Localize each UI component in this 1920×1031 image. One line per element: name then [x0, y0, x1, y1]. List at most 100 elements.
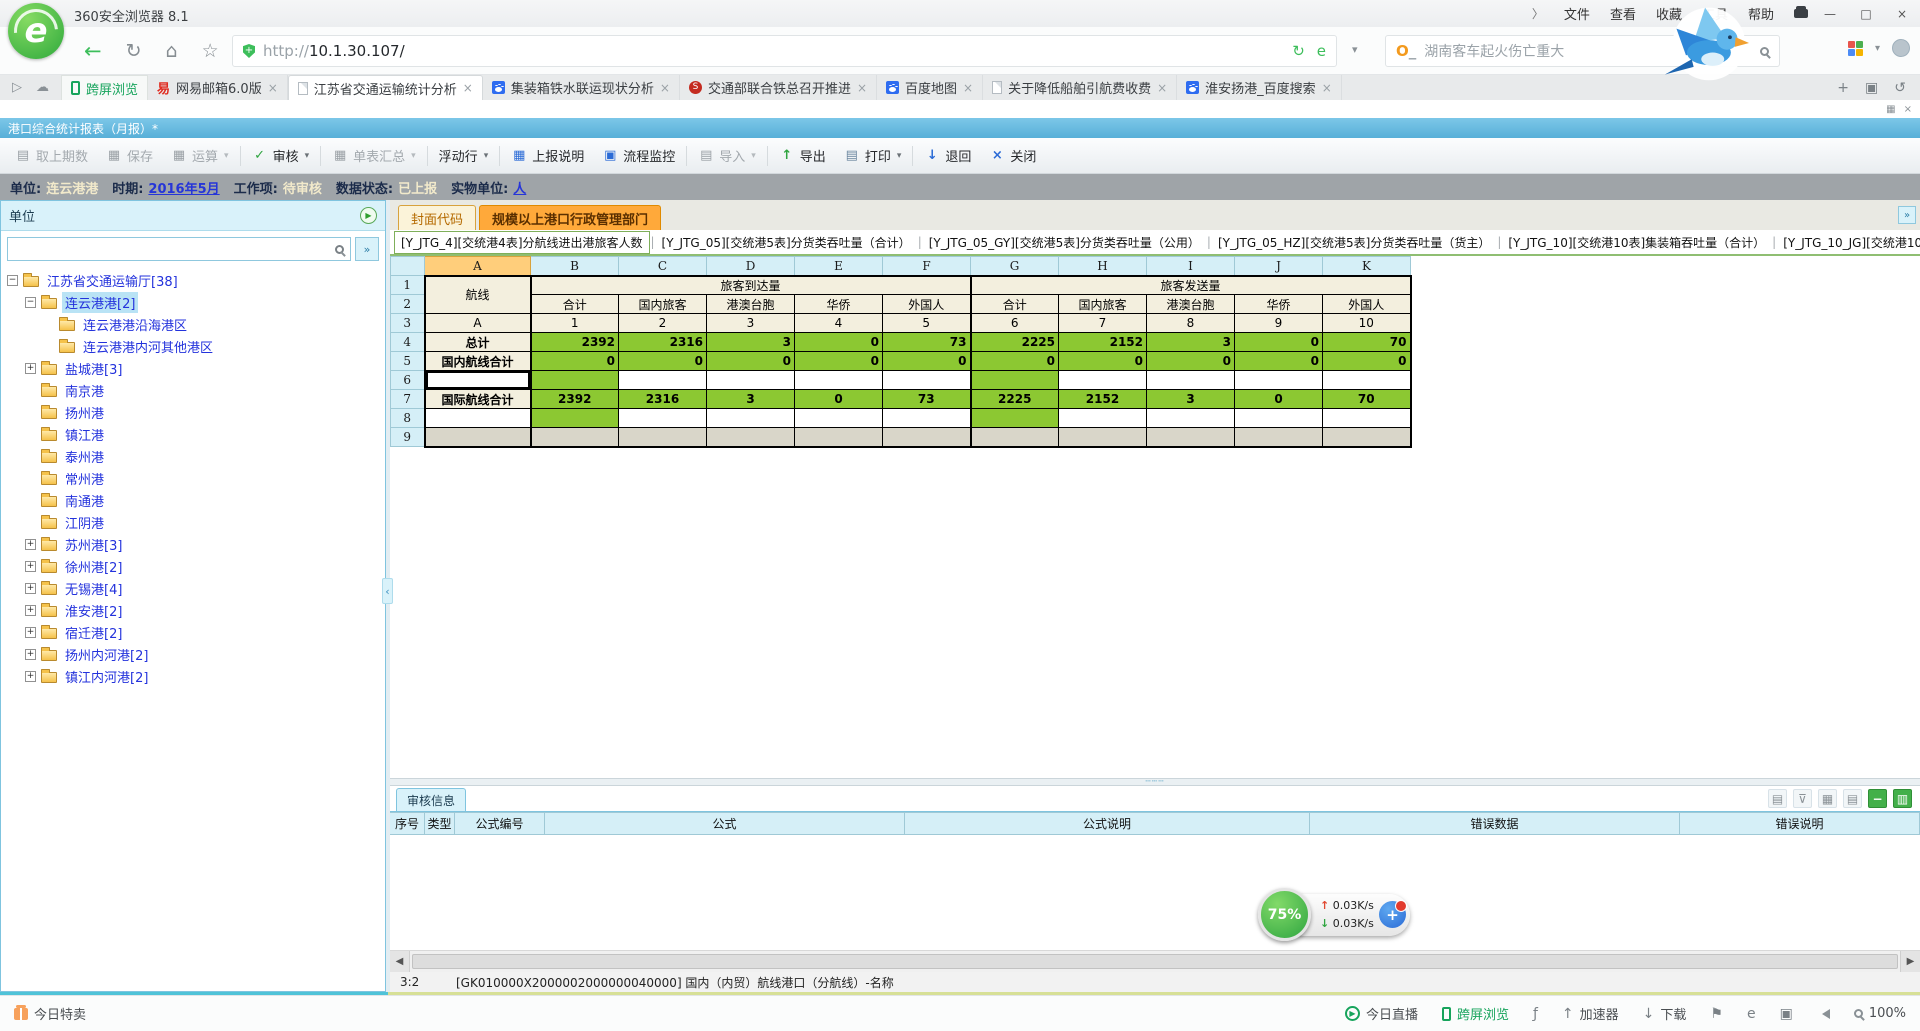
data-cell[interactable]: 0	[971, 352, 1059, 371]
disabled-cell[interactable]	[531, 428, 619, 447]
empty-cell[interactable]	[1059, 371, 1147, 390]
empty-cell[interactable]	[531, 371, 619, 390]
sidebar-expand-icon[interactable]: ▷	[12, 80, 22, 95]
row-label-cell[interactable]: 总计	[425, 333, 531, 352]
speaker-icon[interactable]	[1817, 1009, 1830, 1019]
close-tab-icon[interactable]: ×	[963, 81, 973, 95]
tree-item-label[interactable]: 江苏省交通运输厅[38]	[44, 270, 181, 291]
ie-compat-icon[interactable]: e	[1747, 1006, 1756, 1022]
horizontal-scrollbar[interactable]: ◀ ▶	[390, 950, 1920, 972]
sub-header-cell[interactable]: 外国人	[883, 295, 971, 314]
panel-refresh-icon[interactable]: ▶	[360, 207, 377, 224]
row-header-5[interactable]: 5	[391, 352, 425, 371]
data-cell[interactable]: 2392	[531, 333, 619, 352]
tree-item[interactable]: −泰州港	[7, 445, 383, 467]
toolbar-button-7[interactable]: ▦上报说明	[502, 142, 593, 170]
tree-item-label[interactable]: 宿迁港[2]	[62, 622, 125, 643]
tree-item[interactable]: −连云港港内河其他港区	[7, 335, 383, 357]
empty-cell[interactable]	[425, 409, 531, 428]
empty-cell[interactable]	[1059, 409, 1147, 428]
expand-icon[interactable]: +	[25, 649, 36, 660]
data-cell[interactable]: 3	[1147, 390, 1235, 409]
column-header-J[interactable]: J	[1235, 257, 1323, 276]
axis-header-cell[interactable]: 航线	[425, 276, 531, 314]
tree-item[interactable]: −常州港	[7, 467, 383, 489]
grid-corner[interactable]	[391, 257, 425, 276]
search-box[interactable]: O_ 湖南客车起火伤亡重大	[1385, 35, 1780, 67]
report-tab-2[interactable]: [Y_JTG_05][交统港5表]分货类吞吐量（合计）	[656, 232, 917, 253]
horizontal-splitter[interactable]: ┄┄┄	[390, 778, 1920, 786]
arrivals-group-header[interactable]: 旅客到达量	[531, 276, 971, 295]
empty-cell[interactable]	[707, 371, 795, 390]
reopen-closed-tab-icon[interactable]: ↺	[1894, 80, 1906, 96]
menu-item-1[interactable]: 查看	[1610, 4, 1636, 23]
download-button[interactable]: ↓下载	[1643, 1004, 1687, 1023]
row-header-6[interactable]: 6	[391, 371, 425, 390]
mdi-gadget-icon[interactable]: ▦	[1886, 104, 1895, 115]
empty-cell[interactable]	[531, 409, 619, 428]
tree-item[interactable]: +苏州港[3]	[7, 533, 383, 555]
disabled-cell[interactable]	[1059, 428, 1147, 447]
column-header-F[interactable]: F	[883, 257, 971, 276]
speed-widget[interactable]: 75% ↑ 0.03K/s ↓ 0.03K/s +	[1258, 888, 1410, 942]
expand-icon[interactable]: +	[25, 583, 36, 594]
data-cell[interactable]: 70	[1323, 333, 1411, 352]
empty-cell[interactable]	[619, 371, 707, 390]
tree-item[interactable]: +扬州内河港[2]	[7, 643, 383, 665]
column-header-A[interactable]: A	[425, 257, 531, 276]
new-tab-icon[interactable]: +	[1837, 80, 1849, 96]
page-refresh-icon[interactable]: ↻	[1292, 42, 1305, 60]
sub-header-cell[interactable]: 港澳台胞	[1147, 295, 1235, 314]
browser-tab[interactable]: 淮安扬港_百度搜索×	[1177, 75, 1342, 100]
audit-column-3[interactable]: 公式编号	[455, 813, 545, 834]
data-cell[interactable]: 0	[1235, 333, 1323, 352]
audit-info-tab[interactable]: 审核信息	[396, 788, 466, 811]
code-cell[interactable]: 3	[707, 314, 795, 333]
report-tab-3[interactable]: [Y_JTG_05_GY][交统港5表]分货类吞吐量（公用）	[923, 232, 1206, 253]
back-icon[interactable]: ←	[84, 39, 102, 63]
deal-gift-icon[interactable]	[14, 1008, 28, 1020]
tree-item-label[interactable]: 泰州港	[62, 446, 107, 467]
tree-item[interactable]: +宿迁港[2]	[7, 621, 383, 643]
tab-list-icon[interactable]: ▣	[1865, 80, 1878, 96]
audit-preview-icon[interactable]: ▤	[1843, 789, 1862, 808]
empty-cell[interactable]	[795, 371, 883, 390]
toolbar-button-10[interactable]: ↑导出	[770, 142, 835, 170]
row-header-2[interactable]: 2	[391, 295, 425, 314]
data-cell[interactable]: 0	[531, 352, 619, 371]
expand-icon[interactable]: +	[25, 363, 36, 374]
sheet-tabs-more-icon[interactable]: »	[1898, 206, 1916, 224]
column-header-C[interactable]: C	[619, 257, 707, 276]
sub-header-cell[interactable]: 合计	[971, 295, 1059, 314]
login-avatar-icon[interactable]	[1892, 39, 1910, 57]
browser-tab[interactable]: 集装箱铁水联运现状分析×	[483, 75, 680, 100]
disabled-cell[interactable]	[795, 428, 883, 447]
browser-tab[interactable]: 关于降低船舶引航费收费×	[983, 75, 1177, 100]
tree-item-label[interactable]: 盐城港[3]	[62, 358, 125, 379]
browser-tab[interactable]: 易网易邮箱6.0版×	[148, 75, 288, 100]
disabled-cell[interactable]	[883, 428, 971, 447]
tree-item[interactable]: −扬州港	[7, 401, 383, 423]
period-link[interactable]: 2016年5月	[148, 178, 219, 197]
column-header-K[interactable]: K	[1323, 257, 1411, 276]
audit-minimize-icon[interactable]: −	[1868, 789, 1887, 808]
data-cell[interactable]: 2316	[619, 333, 707, 352]
tree-item[interactable]: + 盐城港[3]	[7, 357, 383, 379]
scroll-right-icon[interactable]: ▶	[1900, 951, 1920, 972]
row-header-9[interactable]: 9	[391, 428, 425, 447]
column-header-G[interactable]: G	[971, 257, 1059, 276]
empty-cell[interactable]	[707, 409, 795, 428]
empty-cell[interactable]	[1323, 371, 1411, 390]
data-cell[interactable]: 2392	[531, 390, 619, 409]
splitter-collapse-icon[interactable]: ‹	[382, 578, 393, 604]
collapse-icon[interactable]: −	[7, 275, 18, 286]
data-cell[interactable]: 0	[795, 390, 883, 409]
zoom-control[interactable]: 100%	[1854, 1006, 1906, 1021]
data-cell[interactable]: 0	[619, 352, 707, 371]
sub-header-cell[interactable]: 港澳台胞	[707, 295, 795, 314]
tree-item-label[interactable]: 连云港港[2]	[62, 292, 138, 313]
column-header-I[interactable]: I	[1147, 257, 1235, 276]
menu-item-4[interactable]: 帮助	[1748, 4, 1774, 23]
close-tab-icon[interactable]: ×	[660, 81, 670, 95]
empty-cell[interactable]	[1323, 409, 1411, 428]
